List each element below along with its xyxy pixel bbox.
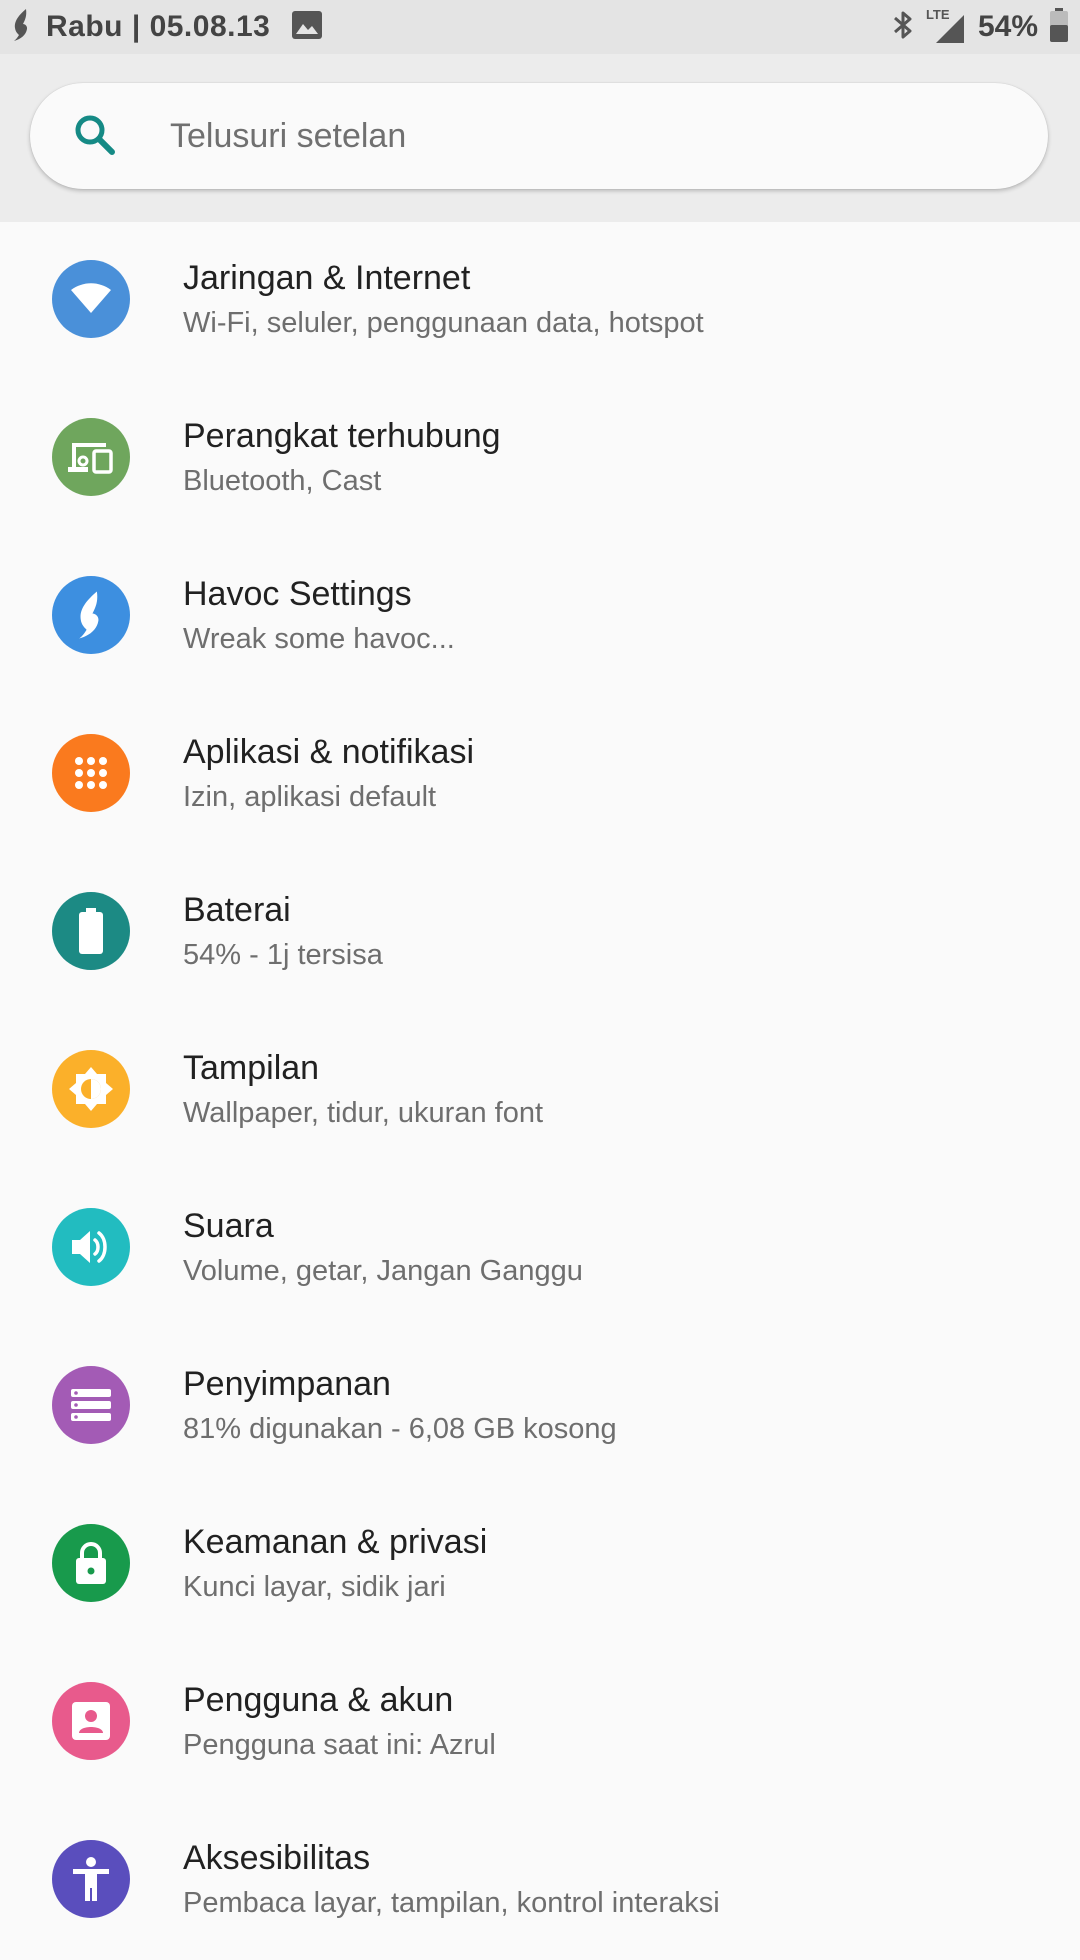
- lock-icon: [52, 1524, 130, 1602]
- setting-users-accounts[interactable]: Pengguna & akun Pengguna saat ini: Azrul: [0, 1644, 1080, 1802]
- havoc-flame-icon: [10, 8, 34, 47]
- setting-sound[interactable]: Suara Volume, getar, Jangan Ganggu: [0, 1170, 1080, 1328]
- brightness-icon: [52, 1050, 130, 1128]
- image-notification-icon: [292, 10, 323, 44]
- storage-icon: [52, 1366, 130, 1444]
- setting-title: Aksesibilitas: [183, 1839, 371, 1877]
- setting-title: Baterai: [183, 891, 291, 929]
- setting-subtitle: Wallpaper, tidur, ukuran font: [183, 1097, 544, 1129]
- setting-title: Aplikasi & notifikasi: [183, 733, 475, 771]
- accessibility-icon: [52, 1840, 130, 1918]
- setting-subtitle: Wi-Fi, seluler, penggunaan data, hotspot: [183, 307, 704, 339]
- battery-icon: [52, 892, 130, 970]
- status-bar-right: LTE 54%: [892, 0, 1068, 54]
- battery-percent: 54%: [977, 10, 1038, 43]
- bluetooth-icon: [892, 9, 914, 46]
- setting-subtitle: Pengguna saat ini: Azrul: [183, 1729, 496, 1761]
- setting-storage[interactable]: Penyimpanan 81% digunakan - 6,08 GB koso…: [0, 1328, 1080, 1486]
- setting-subtitle: Wreak some havoc...: [183, 623, 455, 655]
- setting-title: Havoc Settings: [183, 575, 412, 613]
- search-input[interactable]: [170, 83, 1010, 189]
- setting-title: Jaringan & Internet: [183, 259, 471, 297]
- lte-signal-icon: LTE: [926, 7, 966, 45]
- status-bar-left: Rabu | 05.08.13: [10, 0, 323, 54]
- setting-subtitle: Bluetooth, Cast: [183, 465, 382, 497]
- setting-title: Suara: [183, 1207, 274, 1245]
- setting-security-privacy[interactable]: Keamanan & privasi Kunci layar, sidik ja…: [0, 1486, 1080, 1644]
- setting-title: Tampilan: [183, 1049, 320, 1087]
- setting-title: Keamanan & privasi: [183, 1523, 488, 1561]
- setting-title: Penyimpanan: [183, 1365, 391, 1403]
- setting-display[interactable]: Tampilan Wallpaper, tidur, ukuran font: [0, 1012, 1080, 1170]
- setting-accessibility[interactable]: Aksesibilitas Pembaca layar, tampilan, k…: [0, 1802, 1080, 1960]
- search-area: [0, 54, 1080, 222]
- search-icon[interactable]: [70, 110, 122, 162]
- setting-subtitle: Kunci layar, sidik jari: [183, 1571, 446, 1603]
- status-bar: Rabu | 05.08.13 LTE 54%: [0, 0, 1080, 54]
- setting-battery[interactable]: Baterai 54% - 1j tersisa: [0, 854, 1080, 1012]
- setting-apps-notifications[interactable]: Aplikasi & notifikasi Izin, aplikasi def…: [0, 696, 1080, 854]
- havoc-flame-icon: [52, 576, 130, 654]
- wifi-icon: [52, 260, 130, 338]
- apps-grid-icon: [52, 734, 130, 812]
- settings-list: Jaringan & Internet Wi-Fi, seluler, peng…: [0, 222, 1080, 1960]
- search-bar[interactable]: [30, 83, 1048, 189]
- setting-subtitle: Pembaca layar, tampilan, kontrol interak…: [183, 1887, 720, 1919]
- setting-connected-devices[interactable]: Perangkat terhubung Bluetooth, Cast: [0, 380, 1080, 538]
- account-icon: [52, 1682, 130, 1760]
- status-time: Rabu | 05.08.13: [46, 10, 271, 43]
- setting-subtitle: 54% - 1j tersisa: [183, 939, 383, 971]
- setting-subtitle: Volume, getar, Jangan Ganggu: [183, 1255, 583, 1287]
- devices-icon: [52, 418, 130, 496]
- setting-subtitle: Izin, aplikasi default: [183, 781, 437, 813]
- setting-subtitle: 81% digunakan - 6,08 GB kosong: [183, 1413, 617, 1445]
- setting-havoc[interactable]: Havoc Settings Wreak some havoc...: [0, 538, 1080, 696]
- battery-icon: [1050, 7, 1068, 47]
- setting-network-internet[interactable]: Jaringan & Internet Wi-Fi, seluler, peng…: [0, 222, 1080, 380]
- volume-icon: [52, 1208, 130, 1286]
- setting-title: Pengguna & akun: [183, 1681, 454, 1719]
- setting-title: Perangkat terhubung: [183, 417, 501, 455]
